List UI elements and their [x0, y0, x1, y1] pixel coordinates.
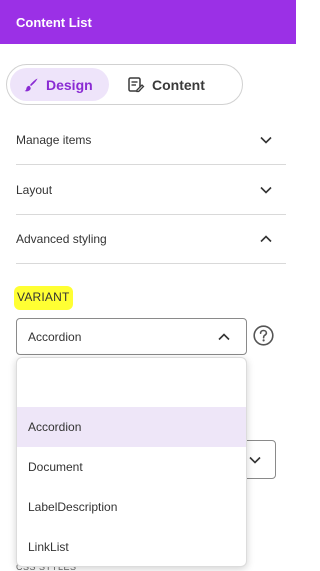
document-edit-icon [128, 76, 145, 92]
chevron-down-icon [249, 456, 261, 464]
section-manage-items[interactable]: Manage items [16, 115, 286, 165]
design-content-toggle: Design Content [6, 64, 243, 105]
panel-header: Content List [0, 0, 296, 44]
chevron-down-icon [260, 136, 272, 144]
variant-dropdown[interactable]: Accordion [16, 318, 247, 355]
section-label: Advanced styling [16, 231, 107, 246]
content-tab-label: Content [152, 76, 205, 93]
chevron-up-icon [218, 332, 230, 340]
paintbrush-icon [24, 78, 38, 91]
variant-label: VARIANT [14, 286, 73, 310]
panel-title: Content List [16, 14, 92, 30]
variant-option-document[interactable]: Document [17, 447, 246, 487]
variant-option-labeldescription[interactable]: LabelDescription [17, 487, 246, 527]
variant-option-empty[interactable] [17, 367, 246, 407]
section-label: Manage items [16, 132, 92, 147]
help-icon[interactable] [253, 325, 274, 346]
variant-selected-value: Accordion [28, 329, 82, 344]
section-label: Layout [16, 182, 53, 197]
section-layout[interactable]: Layout [16, 165, 286, 215]
variant-option-accordion[interactable]: Accordion [17, 407, 246, 447]
design-tab[interactable]: Design [10, 68, 109, 101]
variant-option-linklist[interactable]: LinkList [17, 527, 246, 566]
content-tab[interactable]: Content [115, 68, 227, 101]
variant-listbox: Accordion Document LabelDescription Link… [16, 357, 247, 567]
chevron-up-icon [260, 234, 272, 243]
section-advanced-styling[interactable]: Advanced styling [16, 214, 286, 264]
design-tab-label: Design [46, 76, 93, 93]
chevron-down-icon [260, 186, 272, 194]
